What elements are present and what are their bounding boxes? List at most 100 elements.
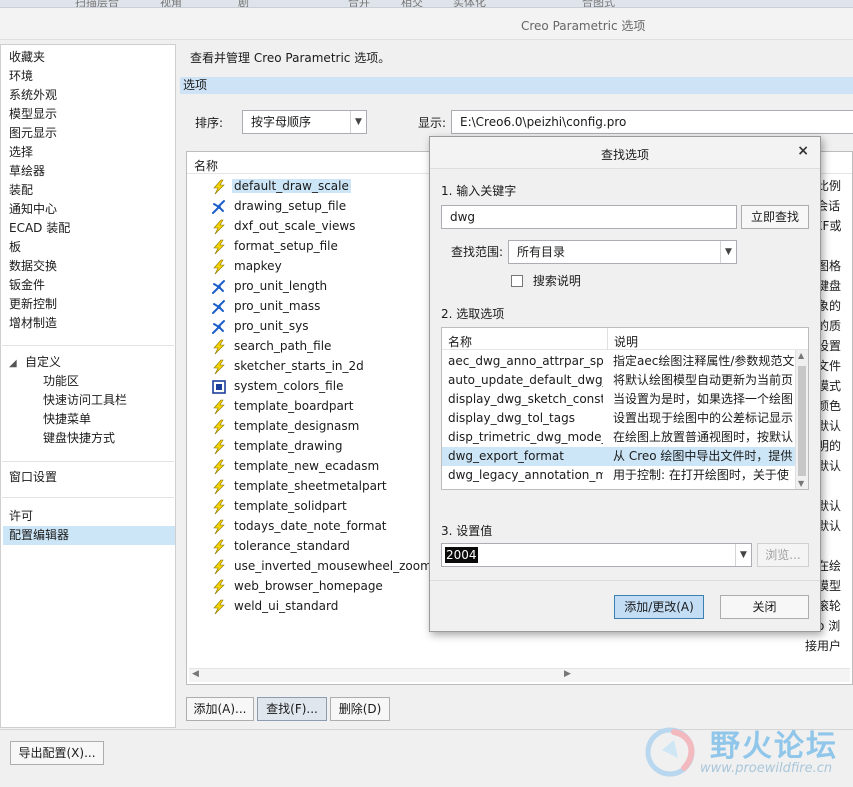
sidebar-item[interactable]: ECAD 装配 [9,219,70,238]
column-header-name[interactable]: 名称 [448,333,472,350]
ribbon-item[interactable]: 合图式 [582,0,615,7]
option-row[interactable]: todays_date_note_format [211,517,389,535]
collapse-triangle-icon[interactable]: ◢ [9,354,25,373]
add-change-button[interactable]: 添加/更改(A) [614,595,704,619]
find-option-button[interactable]: 查找(F)... [257,697,327,721]
window-title: Creo Parametric 选项 [521,19,646,33]
option-row[interactable]: tolerance_standard [211,537,352,555]
scroll-down-icon[interactable]: ▼ [798,479,804,488]
result-row[interactable]: dwg_legacy_annotation_ms 用于控制: 在打开绘图时，关于使 [442,466,796,485]
export-config-button[interactable]: 导出配置(X)... [10,741,104,765]
sidebar-item[interactable]: 装配 [9,181,33,200]
ribbon-item[interactable]: 合并 [348,0,370,7]
ribbon-item[interactable]: 视角 [160,0,182,7]
sidebar-item[interactable]: 板 [9,238,21,257]
sidebar-item[interactable]: 系统外观 [9,86,57,105]
option-row[interactable]: pro_unit_sys [211,317,310,335]
scroll-right-icon[interactable]: ▶ [564,669,571,679]
sidebar-subitem[interactable]: 功能区 [43,372,79,391]
option-row[interactable]: template_drawing [211,437,344,455]
sidebar-group-customize[interactable]: ◢ 自定义 [9,353,61,372]
watermark-url: www.proewildfire.cn [700,761,833,776]
sidebar-item[interactable]: 收藏夹 [9,48,45,67]
sort-select[interactable]: 按字母顺序 ▼ [242,110,367,134]
sidebar-item[interactable]: 通知中心 [9,200,57,219]
option-row[interactable]: template_solidpart [211,497,349,515]
scrollbar-thumb[interactable] [798,366,806,476]
option-row[interactable]: pro_unit_mass [211,297,322,315]
sidebar-item[interactable]: 选择 [9,143,33,162]
option-name: default_draw_scale [232,179,351,193]
option-row[interactable]: pro_unit_length [211,277,329,295]
scroll-up-icon[interactable]: ▲ [798,351,804,360]
option-row[interactable]: template_designasm [211,417,361,435]
option-row[interactable]: weld_ui_standard [211,597,340,615]
vertical-scrollbar[interactable]: ▲ ▼ [795,350,808,489]
search-description-checkbox[interactable]: 搜索说明 [511,272,581,289]
sidebar-item-window-settings[interactable]: 窗口设置 [9,468,57,487]
sidebar-subitem[interactable]: 快速访问工具栏 [43,391,127,410]
sidebar-item[interactable]: 数据交换 [9,257,57,276]
ribbon-item[interactable]: 扫描层合 [75,0,119,7]
close-button[interactable]: 关闭 [720,595,809,619]
option-row[interactable]: dxf_out_scale_views [211,217,357,235]
scroll-left-icon[interactable]: ◀ [192,669,199,679]
sidebar-item-config-editor[interactable]: 配置编辑器 [3,526,175,545]
option-row[interactable]: drawing_setup_file [211,197,348,215]
result-row[interactable]: disp_trimetric_dwg_mode_v 在绘图上放置普通视图时，按默认 [442,428,796,447]
sidebar-item-license[interactable]: 许可 [9,507,33,526]
column-header-desc[interactable]: 说明 [614,333,638,350]
sidebar-item[interactable]: 增材制造 [9,314,57,333]
option-row[interactable]: template_boardpart [211,397,355,415]
option-row[interactable]: template_sheetmetalpart [211,477,389,495]
option-name: pro_unit_mass [234,299,321,313]
scope-select[interactable]: 所有目录 ▼ [508,240,737,264]
find-now-button[interactable]: 立即查找 [741,205,809,229]
value-select[interactable]: 2004 ▼ [441,543,752,567]
horizontal-scrollbar[interactable]: ◀ ▶ [189,668,850,682]
option-row[interactable]: use_inverted_mousewheel_zoom [211,557,434,575]
option-row[interactable]: default_draw_scale [211,177,351,195]
sidebar-item[interactable]: 更新控制 [9,295,57,314]
option-row[interactable]: format_setup_file [211,237,340,255]
option-name: use_inverted_mousewheel_zoom [234,559,432,573]
checkbox-box[interactable] [511,274,523,287]
sidebar-item[interactable]: 图元显示 [9,124,57,143]
result-row[interactable]: display_dwg_tol_tags 设置出现于绘图中的公差标记显示 [442,409,796,428]
chevron-down-icon[interactable]: ▼ [350,111,366,133]
delete-option-button[interactable]: 删除(D) [330,697,390,721]
sidebar-item[interactable]: 环境 [9,67,33,86]
browse-button[interactable]: 浏览... [757,543,809,567]
keyword-input[interactable]: dwg [441,205,737,229]
sidebar-item[interactable]: 模型显示 [9,105,57,124]
result-desc: 从 Creo 绘图中导出文件时，提供 [613,449,793,463]
option-row[interactable]: web_browser_homepage [211,577,385,595]
page-description: 查看并管理 Creo Parametric 选项。 [190,51,391,65]
option-results-list[interactable]: 名称 说明 aec_dwg_anno_attrpar_spe 指定aec绘图注释属… [441,327,809,490]
ribbon-item[interactable]: 相交 [401,0,423,7]
result-desc: 当设置为是时，如果选择一个绘图 [613,392,794,406]
option-row[interactable]: sketcher_starts_in_2d [211,357,366,375]
sidebar-subitem[interactable]: 键盘快捷方式 [43,429,115,448]
chevron-down-icon[interactable]: ▼ [735,544,751,566]
chevron-down-icon[interactable]: ▼ [720,241,736,263]
options-sidebar: 收藏夹 环境 系统外观 模型显示 图元显示 选择 草绘器 装配 通知中心 ECAD 装配板数据交换… [0,44,176,728]
sidebar-item[interactable]: 钣金件 [9,276,45,295]
sidebar-item[interactable]: 草绘器 [9,162,45,181]
option-row[interactable]: search_path_file [211,337,333,355]
option-row[interactable]: mapkey [211,257,284,275]
ribbon-item[interactable]: 实体化 [453,0,486,7]
option-row[interactable]: template_new_ecadasm [211,457,381,475]
scope-label: 查找范围: [451,245,504,259]
result-row[interactable]: dwg_export_format 从 Creo 绘图中导出文件时，提供 [442,447,796,466]
result-row[interactable]: auto_update_default_dwg_m 将默认绘图模型自动更新为当前页 [442,371,796,390]
column-header-name[interactable]: 名称 [194,157,218,174]
config-file-select[interactable]: E:\Creo6.0\peizhi\config.pro [451,110,853,134]
ribbon-item[interactable]: 剧 [238,0,249,7]
close-icon[interactable]: × [797,143,809,159]
result-row[interactable]: aec_dwg_anno_attrpar_spe 指定aec绘图注释属性/参数规范… [442,352,796,371]
sidebar-subitem[interactable]: 快捷菜单 [43,410,91,429]
result-row[interactable]: display_dwg_sketch_constr 当设置为是时，如果选择一个绘图 [442,390,796,409]
add-option-button[interactable]: 添加(A)... [186,697,254,721]
option-row[interactable]: system_colors_file [211,377,345,395]
